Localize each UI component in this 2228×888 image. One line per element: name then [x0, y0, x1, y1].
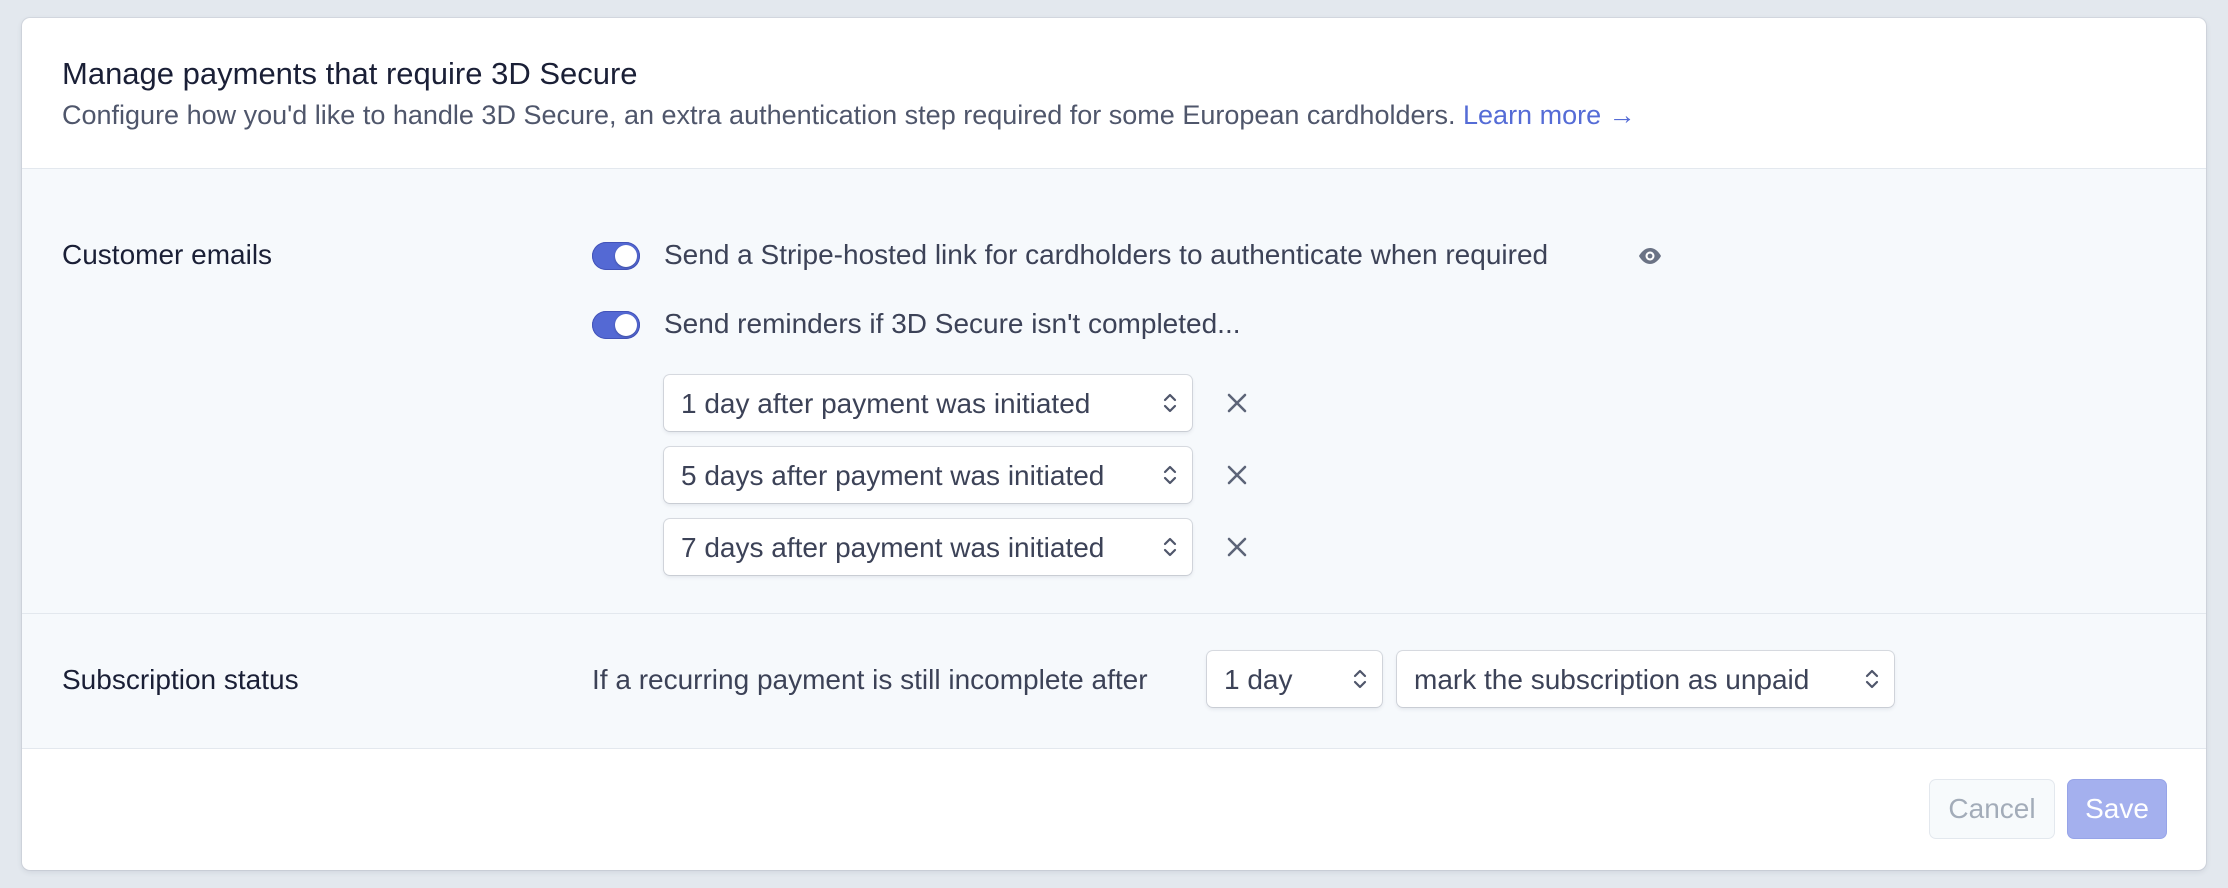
hosted-link-toggle-label: Send a Stripe-hosted link for cardholder… — [664, 239, 1549, 270]
card-header: Manage payments that require 3D Secure C… — [22, 18, 2206, 169]
hosted-link-toggle[interactable] — [592, 242, 640, 270]
reminder-select-1[interactable]: 1 day after payment was initiated — [664, 375, 1192, 431]
reminder-select-value: 7 days after payment was initiated — [681, 532, 1105, 563]
toggle-knob — [615, 245, 637, 267]
close-icon[interactable] — [1225, 391, 1249, 415]
learn-more-link[interactable]: Learn more → — [1463, 100, 1636, 130]
reminder-select-2[interactable]: 5 days after payment was initiated — [664, 447, 1192, 503]
page-title: Manage payments that require 3D Secure — [62, 56, 638, 91]
subscription-status-section: Subscription status If a recurring payme… — [22, 614, 2206, 749]
action-select-value: mark the subscription as unpaid — [1414, 664, 1810, 695]
save-button[interactable]: Save — [2068, 780, 2166, 838]
arrow-right-icon: → — [1608, 100, 1636, 130]
subscription-status-label: Subscription status — [62, 664, 299, 695]
chevron-up-down-icon — [1865, 669, 1879, 689]
action-select[interactable]: mark the subscription as unpaid — [1397, 651, 1894, 707]
subscription-status-text: If a recurring payment is still incomple… — [592, 664, 1148, 695]
learn-more-label: Learn more — [1463, 100, 1602, 130]
reminder-select-value: 5 days after payment was initiated — [681, 460, 1105, 491]
eye-icon[interactable] — [1637, 247, 1663, 265]
page-subtitle: Configure how you'd like to handle 3D Se… — [62, 100, 1636, 131]
delay-select-value: 1 day — [1224, 664, 1293, 695]
reminders-toggle[interactable] — [592, 311, 640, 339]
reminder-select-3[interactable]: 7 days after payment was initiated — [664, 519, 1192, 575]
cancel-button[interactable]: Cancel — [1930, 780, 2054, 838]
close-icon[interactable] — [1225, 463, 1249, 487]
settings-card: Manage payments that require 3D Secure C… — [22, 18, 2206, 870]
delay-select[interactable]: 1 day — [1207, 651, 1382, 707]
subtitle-text: Configure how you'd like to handle 3D Se… — [62, 100, 1456, 130]
reminders-toggle-label: Send reminders if 3D Secure isn't comple… — [664, 308, 1241, 339]
chevron-up-down-icon — [1163, 393, 1177, 413]
reminder-select-value: 1 day after payment was initiated — [681, 388, 1091, 419]
toggle-knob — [615, 314, 637, 336]
chevron-up-down-icon — [1163, 537, 1177, 557]
close-icon[interactable] — [1225, 535, 1249, 559]
customer-emails-section: Customer emails Send a Stripe-hosted lin… — [22, 169, 2206, 614]
chevron-up-down-icon — [1163, 465, 1177, 485]
chevron-up-down-icon — [1353, 669, 1367, 689]
customer-emails-label: Customer emails — [62, 239, 273, 270]
